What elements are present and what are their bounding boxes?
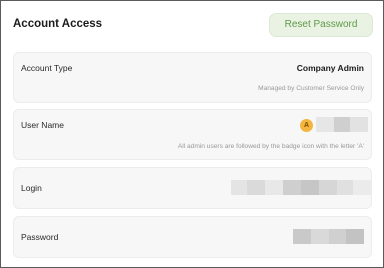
password-card: Password	[13, 216, 372, 258]
login-redacted-value	[231, 180, 371, 195]
account-type-label: Account Type	[21, 63, 73, 73]
account-type-value: Company Admin	[296, 63, 364, 73]
user-name-redacted-value	[316, 117, 368, 132]
user-name-hint: All admin users are followed by the badg…	[177, 143, 364, 150]
admin-badge-icon: A	[300, 119, 313, 132]
section-title: Account Access	[13, 18, 103, 30]
login-card: Login	[13, 167, 372, 209]
account-type-card: Account Type Company Admin Managed by Cu…	[13, 52, 372, 103]
user-name-label: User Name	[21, 120, 64, 130]
account-access-panel: Account Access Reset Password Account Ty…	[0, 0, 384, 268]
user-name-card: User Name A All admin users are followed…	[13, 109, 372, 160]
password-label: Password	[21, 232, 59, 242]
account-type-hint: Managed by Customer Service Only	[258, 85, 364, 92]
password-redacted-value	[293, 229, 364, 244]
login-label: Login	[21, 183, 42, 193]
reset-password-button[interactable]: Reset Password	[269, 13, 373, 37]
